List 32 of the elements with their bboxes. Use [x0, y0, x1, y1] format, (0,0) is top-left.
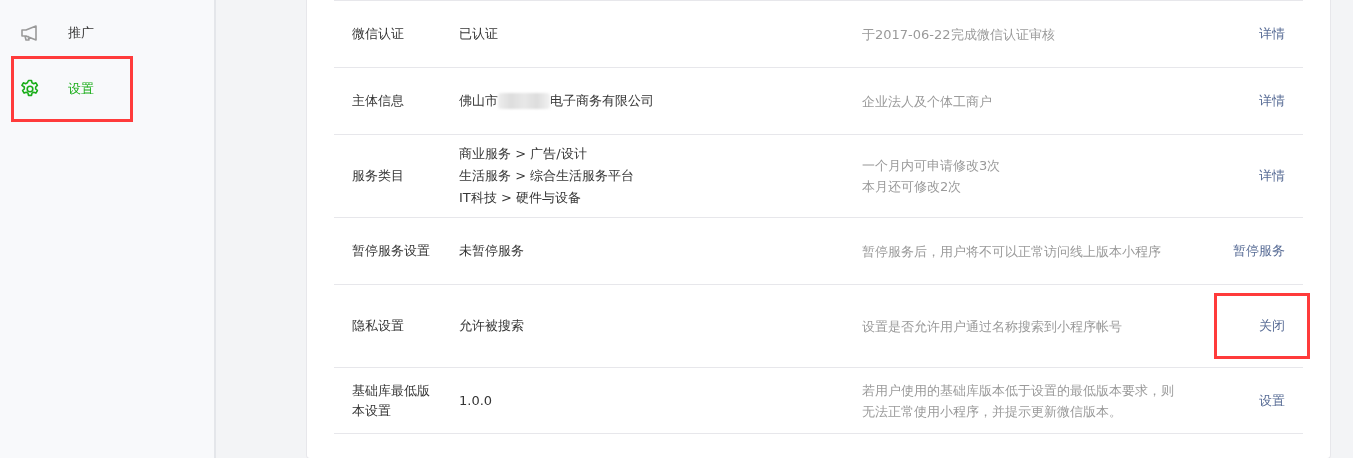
setting-value: 生活服务 > 综合生活服务平台	[459, 167, 635, 185]
setting-value: IT科技 > 硬件与设备	[459, 189, 581, 207]
setting-value: 已认证	[459, 25, 498, 43]
setting-description: 暂停服务后，用户将不可以正常访问线上版本小程序	[862, 242, 1161, 261]
setting-description: 于2017-06-22完成微信认证审核	[862, 25, 1055, 44]
setting-description: 企业法人及个体工商户	[862, 92, 992, 111]
setting-value: 1.0.0	[459, 391, 493, 410]
setting-value: 佛山市	[459, 92, 498, 110]
action-link[interactable]: 详情	[1250, 162, 1294, 190]
setting-label: 主体信息	[352, 92, 405, 110]
setting-value: 电子商务有限公司	[550, 92, 654, 110]
setting-label: 微信认证	[352, 25, 405, 43]
setting-description: 若用户使用的基础库版本低于设置的最低版本要求，则	[862, 381, 1174, 400]
setting-label: 隐私设置	[352, 317, 405, 335]
settings-icon	[20, 79, 40, 99]
setting-value: 未暂停服务	[459, 242, 524, 260]
setting-description: 设置是否允许用户通过名称搜索到小程序帐号	[862, 317, 1122, 336]
setting-label: 服务类目	[352, 167, 405, 185]
action-link[interactable]: 详情	[1250, 87, 1294, 115]
action-link[interactable]: 关闭	[1214, 293, 1310, 359]
sidebar-item[interactable]: 推广	[11, 14, 133, 52]
megaphone-icon	[20, 23, 40, 43]
redacted-text	[498, 93, 550, 109]
setting-value: 商业服务 > 广告/设计	[459, 145, 587, 163]
action-link[interactable]: 暂停服务	[1224, 237, 1294, 265]
setting-value: 允许被搜索	[459, 317, 524, 335]
setting-label: 暂停服务设置	[352, 242, 431, 260]
action-link[interactable]: 详情	[1250, 20, 1294, 48]
setting-label: 基础库最低版本设置	[352, 381, 431, 420]
setting-description: 本月还可修改2次	[862, 178, 962, 196]
action-link[interactable]: 设置	[1250, 386, 1294, 415]
setting-description: 无法正常使用小程序，并提示更新微信版本。	[862, 402, 1122, 421]
